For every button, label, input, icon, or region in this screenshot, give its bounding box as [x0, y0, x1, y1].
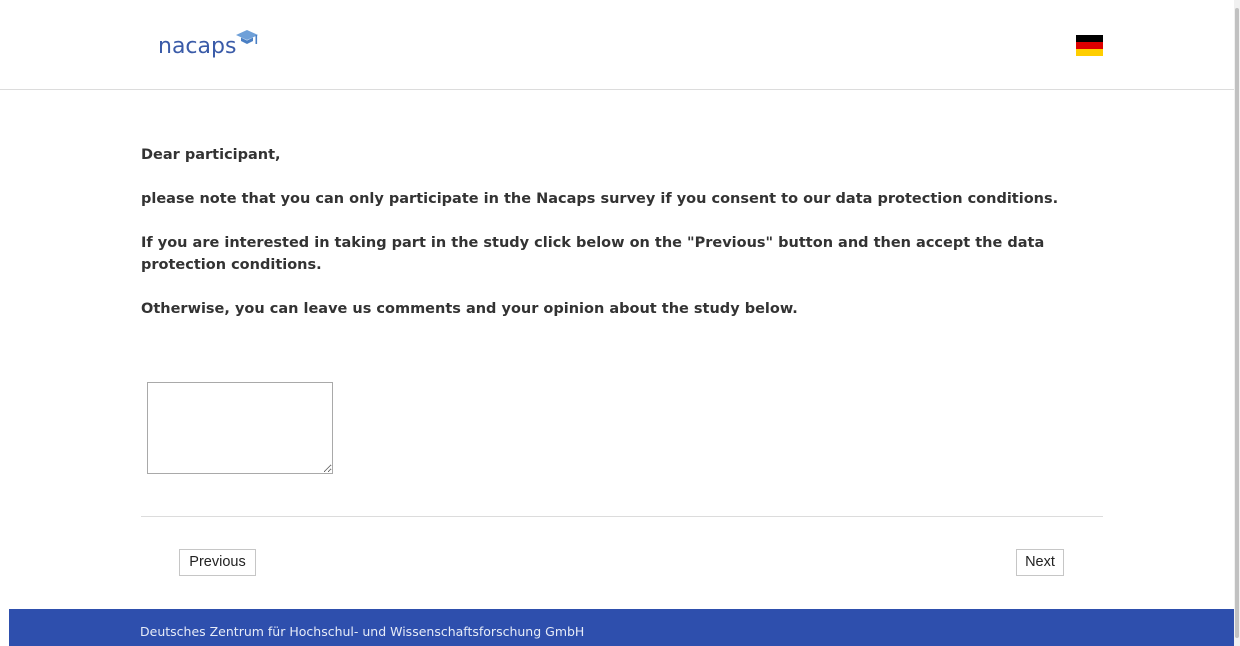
divider [141, 516, 1103, 517]
consent-notice-text: please note that you can only participat… [141, 191, 1059, 207]
logo-text: nacaps [158, 34, 237, 59]
next-button[interactable]: Next [1016, 549, 1064, 576]
nacaps-logo[interactable]: nacaps [158, 28, 260, 58]
survey-message: Dear participant, please note that you c… [141, 144, 1101, 342]
previous-button[interactable]: Previous [179, 549, 256, 576]
german-flag-icon[interactable] [1076, 35, 1103, 56]
graduation-cap-icon [236, 30, 259, 44]
page-header: nacaps [0, 0, 1234, 90]
footer-text: Deutsches Zentrum für Hochschul- und Wis… [140, 624, 585, 639]
vertical-scrollbar[interactable] [1234, 0, 1240, 646]
survey-page: nacaps Dear participant, please note tha… [0, 0, 1240, 646]
scrollbar-thumb[interactable] [1235, 8, 1239, 638]
page-footer: Deutsches Zentrum für Hochschul- und Wis… [9, 609, 1234, 646]
greeting-text: Dear participant, [141, 147, 281, 163]
comment-invite-text: Otherwise, you can leave us comments and… [141, 301, 798, 317]
instruction-text: If you are interested in taking part in … [141, 235, 1045, 273]
comment-textarea[interactable] [147, 382, 333, 474]
